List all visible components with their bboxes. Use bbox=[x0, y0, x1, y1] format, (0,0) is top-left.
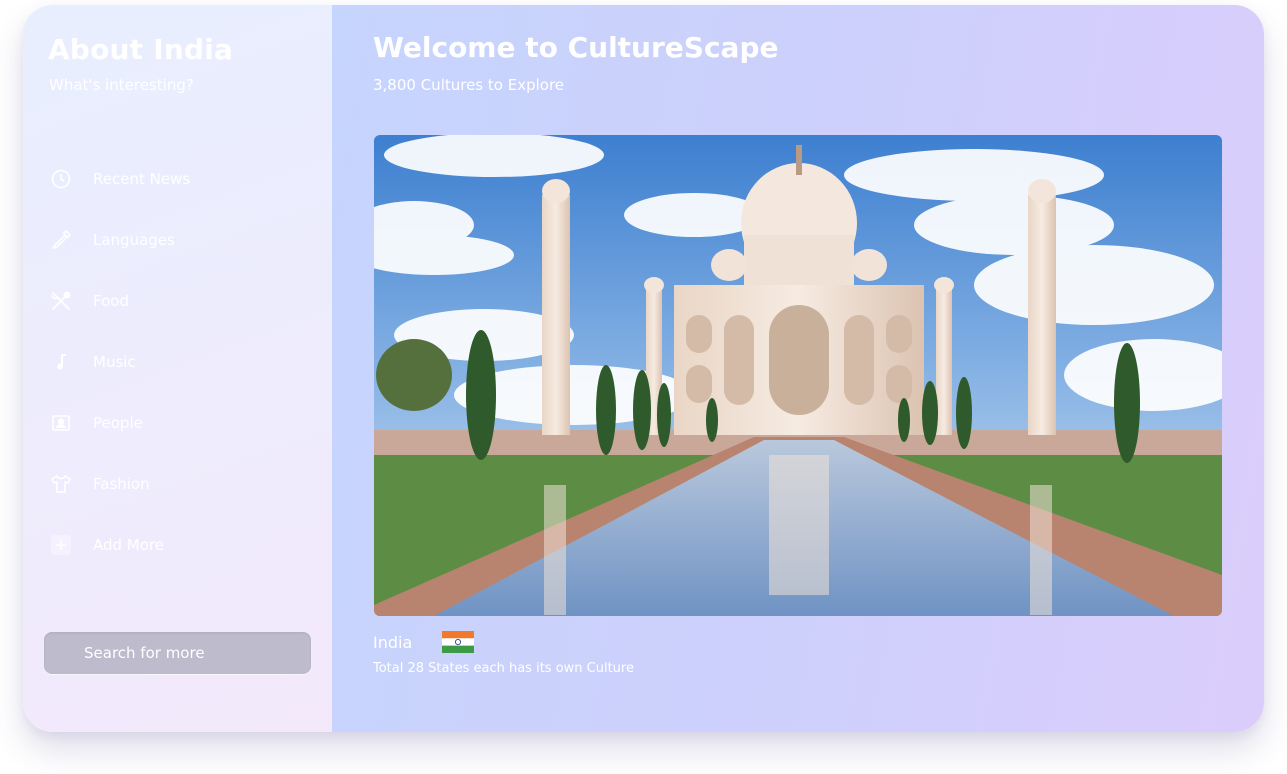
search-input[interactable] bbox=[84, 644, 294, 662]
search-box[interactable] bbox=[44, 632, 311, 674]
sidebar-item-music[interactable]: Music bbox=[47, 331, 297, 392]
india-flag-icon bbox=[442, 631, 475, 653]
app-window: About India What's interesting? Recent N… bbox=[23, 5, 1264, 732]
sidebar-item-label: Add More bbox=[93, 535, 164, 554]
sidebar-item-food[interactable]: Food bbox=[47, 270, 297, 331]
pen-icon bbox=[47, 226, 75, 254]
music-note-icon bbox=[47, 348, 75, 376]
sidebar-item-fashion[interactable]: Fashion bbox=[47, 453, 297, 514]
page-subtitle: 3,800 Cultures to Explore bbox=[373, 76, 565, 94]
country-description: Total 28 States each has its own Culture bbox=[373, 661, 634, 676]
sidebar-title: About India bbox=[48, 33, 234, 66]
sidebar-nav: Recent News Languages Food Music People … bbox=[47, 148, 297, 575]
person-card-icon bbox=[47, 409, 75, 437]
country-name: India bbox=[373, 632, 413, 652]
sidebar-item-recent-news[interactable]: Recent News bbox=[47, 148, 297, 209]
taj-mahal-photo bbox=[374, 135, 1222, 616]
sidebar: About India What's interesting? Recent N… bbox=[23, 5, 332, 732]
sidebar-subtitle: What's interesting? bbox=[49, 76, 194, 94]
hero-image bbox=[374, 135, 1222, 616]
sidebar-item-label: Fashion bbox=[93, 474, 150, 493]
sidebar-item-languages[interactable]: Languages bbox=[47, 209, 297, 270]
utensils-icon bbox=[47, 287, 75, 315]
sidebar-item-people[interactable]: People bbox=[47, 392, 297, 453]
sidebar-item-label: Food bbox=[93, 291, 129, 310]
sidebar-item-add-more[interactable]: Add More bbox=[47, 514, 297, 575]
sidebar-item-label: People bbox=[93, 413, 143, 432]
page-title: Welcome to CultureScape bbox=[373, 31, 779, 64]
country-caption: India bbox=[373, 631, 475, 653]
tshirt-icon bbox=[47, 470, 75, 498]
sidebar-item-label: Music bbox=[93, 352, 136, 371]
main-content: Welcome to CultureScape 3,800 Cultures t… bbox=[332, 5, 1264, 732]
plus-icon bbox=[47, 531, 75, 559]
sidebar-item-label: Recent News bbox=[93, 169, 191, 188]
clock-icon bbox=[47, 165, 75, 193]
sidebar-item-label: Languages bbox=[93, 230, 175, 249]
